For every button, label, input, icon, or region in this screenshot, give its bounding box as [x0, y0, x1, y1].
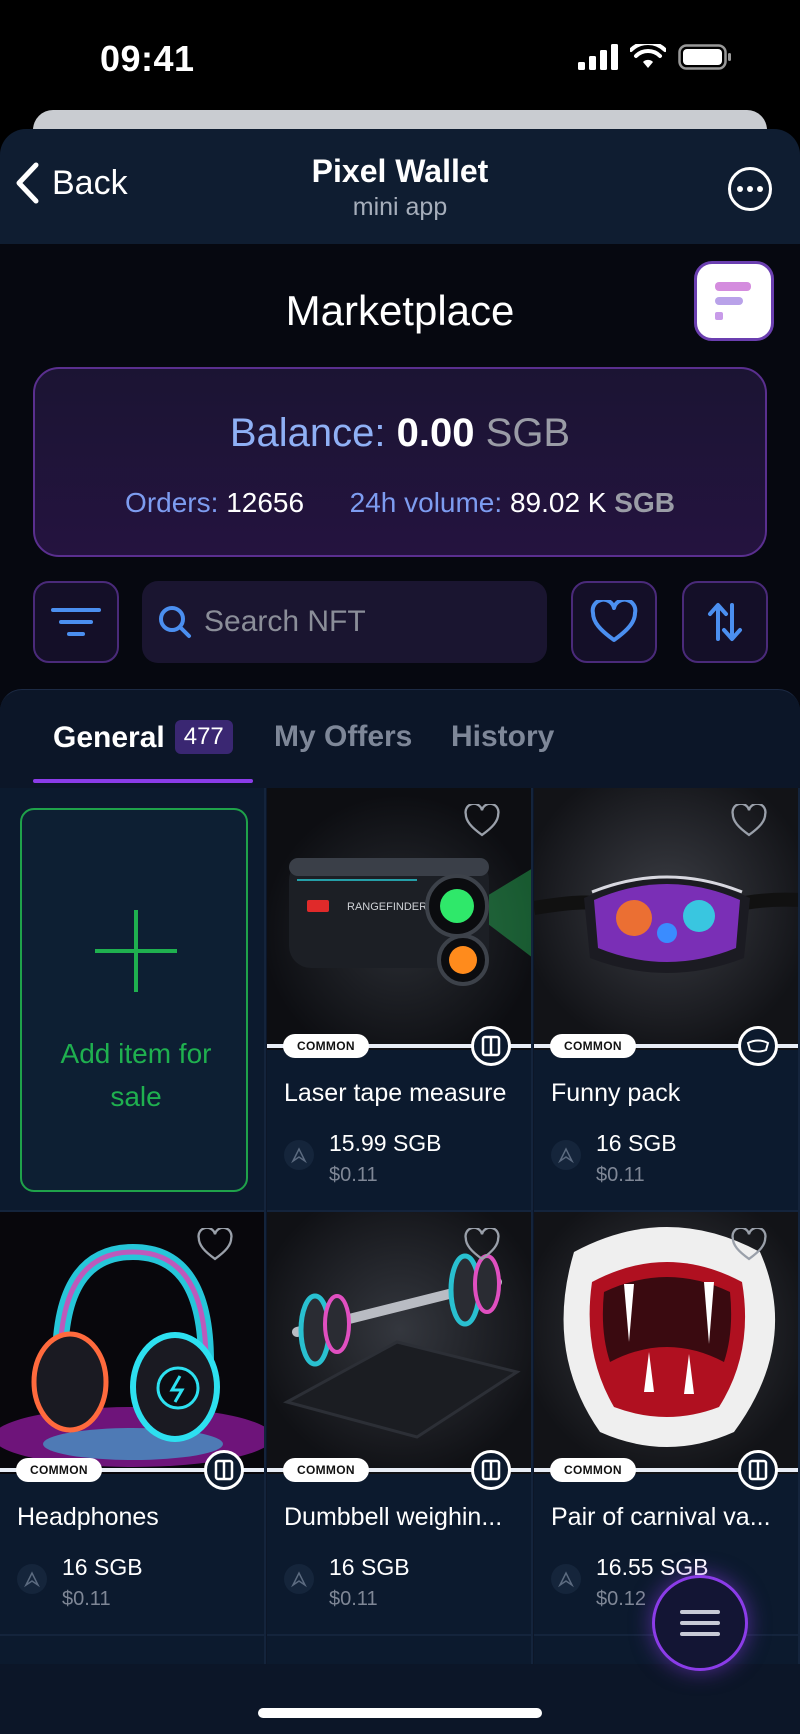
search-field[interactable] [142, 581, 547, 663]
dot [737, 186, 743, 192]
marketplace-panel: General 477 My Offers History Add item fo… [0, 689, 800, 1734]
heart-icon [590, 600, 638, 642]
status-time: 09:41 [100, 38, 195, 79]
home-indicator [258, 1708, 542, 1718]
balance-value: 0.00 [396, 411, 475, 455]
balance-card: Balance: 0.00 SGB Orders: 12656 24h volu… [33, 367, 767, 557]
item-card[interactable]: COMMON Pair of carnival va... 16.55 SGB … [534, 1212, 800, 1636]
item-usd-price: $0.11 [329, 1164, 378, 1186]
item-name: Laser tape measure [284, 1079, 507, 1107]
orders-value: 12656 [226, 487, 305, 518]
dot [757, 186, 763, 192]
favorite-heart-icon[interactable] [463, 804, 501, 838]
favorites-button[interactable] [571, 581, 657, 663]
tower-icon [204, 1450, 244, 1490]
favorite-heart-icon[interactable] [730, 1228, 768, 1262]
item-price: 16 SGB [62, 1554, 143, 1580]
item-name: Funny pack [551, 1079, 681, 1107]
add-item-label: Add item for sale [60, 1038, 212, 1112]
tab-bar: General 477 My Offers History [0, 690, 800, 786]
volume-currency: SGB [614, 487, 675, 518]
item-card[interactable]: COMMON Headphones 16 SGB $0.11 [0, 1212, 266, 1636]
stats-line: Orders: 12656 24h volume: 89.02 K SGB [35, 487, 765, 519]
page-title: Marketplace [285, 287, 515, 334]
active-tab-indicator [33, 779, 253, 783]
rarity-badge: COMMON [550, 1458, 636, 1482]
item-usd-price: $0.11 [62, 1588, 111, 1610]
bottom-bar [0, 1664, 800, 1734]
svg-text:RANGEFINDER: RANGEFINDER [347, 901, 427, 913]
orders-label: Orders: [125, 487, 219, 518]
app-title: Pixel Wallet [311, 153, 489, 189]
item-usd-price: $0.11 [329, 1588, 378, 1610]
filter-button[interactable] [33, 581, 119, 663]
favorite-heart-icon[interactable] [196, 1228, 234, 1262]
tab-general[interactable]: General 477 [53, 720, 233, 755]
songbird-coin-icon [551, 1140, 581, 1170]
search-input[interactable] [204, 605, 524, 639]
item-price: 15.99 SGB [329, 1130, 442, 1156]
more-options-button[interactable] [728, 167, 772, 211]
songbird-coin-icon [551, 1564, 581, 1594]
signal-icon [578, 44, 618, 70]
sort-button[interactable] [682, 581, 768, 663]
hamburger-icon [680, 1610, 720, 1614]
add-item-button[interactable]: Add item for sale [20, 808, 248, 1192]
volume-value: 89.02 K [509, 487, 607, 518]
balance-line: Balance: 0.00 SGB [35, 411, 765, 456]
menu-button[interactable] [652, 1575, 748, 1671]
rarity-badge: COMMON [283, 1458, 369, 1482]
tab-history[interactable]: History [451, 720, 554, 754]
avatar[interactable] [694, 261, 774, 341]
tower-icon [471, 1026, 511, 1066]
tab-count-badge: 477 [174, 720, 233, 754]
balance-currency: SGB [485, 411, 571, 455]
wifi-icon [630, 44, 666, 68]
status-icons [578, 44, 732, 70]
tower-icon [738, 1450, 778, 1490]
item-name: Headphones [17, 1503, 159, 1531]
sort-arrows-icon [708, 603, 742, 641]
item-card[interactable]: RANGEFINDER COMMON Laser tape measure 15… [267, 788, 533, 1212]
rarity-badge: COMMON [550, 1034, 636, 1058]
favorite-heart-icon[interactable] [730, 804, 768, 838]
rarity-badge: COMMON [16, 1458, 102, 1482]
songbird-coin-icon [284, 1564, 314, 1594]
tab-label: General [53, 721, 165, 754]
item-usd-price: $0.12 [596, 1588, 647, 1610]
item-usd-price: $0.11 [596, 1164, 645, 1186]
mini-app-sheet: Back Pixel Wallet mini app Marketplace B… [0, 129, 800, 1734]
tab-my-offers[interactable]: My Offers [274, 720, 412, 754]
status-bar: 09:41 [0, 0, 800, 110]
item-card[interactable]: COMMON Dumbbell weighin... 16 SGB $0.11 [267, 1212, 533, 1636]
app-subtitle: mini app [352, 193, 448, 221]
filter-icon [51, 608, 101, 636]
tower-icon [471, 1450, 511, 1490]
add-item-cell: Add item for sale [0, 788, 266, 1212]
app-header: Back Pixel Wallet mini app [0, 129, 800, 244]
waist-bag-icon [738, 1026, 778, 1066]
item-name: Dumbbell weighin... [284, 1503, 503, 1531]
item-price: 16 SGB [329, 1554, 410, 1580]
balance-label: Balance: [229, 411, 386, 455]
search-icon [159, 606, 191, 638]
item-name: Pair of carnival va... [551, 1503, 771, 1531]
songbird-coin-icon [284, 1140, 314, 1170]
volume-label: 24h volume: [349, 487, 503, 518]
dot [747, 186, 753, 192]
battery-icon [678, 44, 731, 70]
songbird-coin-icon [17, 1564, 47, 1594]
rarity-badge: COMMON [283, 1034, 369, 1058]
favorite-heart-icon[interactable] [463, 1228, 501, 1262]
item-price: 16 SGB [596, 1130, 677, 1156]
item-card[interactable]: COMMON Funny pack 16 SGB $0.11 [534, 788, 800, 1212]
